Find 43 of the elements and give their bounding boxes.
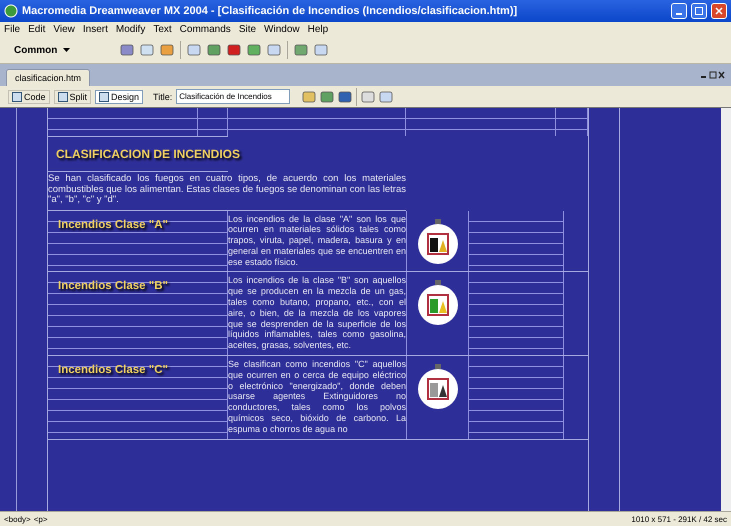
view-button[interactable]: Code <box>8 90 50 104</box>
section-paragraph: Los incendios de la clase "A" son los que ocurren en materiales sólidos tales como trapos, viruta, papel, madera, basura y en general en materiales que se encuentren en ese estado físico. <box>228 212 406 269</box>
close-icon <box>715 7 723 15</box>
view-button[interactable]: Design <box>95 90 144 104</box>
maximize-icon <box>695 7 703 15</box>
title-field[interactable]: Clasificación de Incendios <box>176 89 290 104</box>
caret-icon <box>63 48 70 52</box>
page-heading: CLASIFICACION DE INCENDIOS <box>56 147 240 161</box>
fire-class-icon <box>416 364 458 410</box>
fire-class-icon <box>416 218 458 264</box>
fire-class-icon <box>416 280 458 326</box>
grid-cell <box>556 108 588 136</box>
menu-item[interactable]: Text <box>153 24 172 35</box>
maximize-button[interactable] <box>691 3 707 19</box>
status-info: 1010 x 571 - 291K / 42 sec <box>631 514 727 524</box>
window-title: Macromedia Dreamweaver MX 2004 - [Clasificación de Incendios (Incendios/clasificacion.htm)] <box>22 5 518 17</box>
view-button[interactable]: Split <box>54 90 92 104</box>
tag-selector[interactable]: <body> <box>4 514 31 524</box>
minimize-button[interactable] <box>671 3 687 19</box>
intro-paragraph: Se han clasificado los fuegos en cuatro tipos, de acuerdo con los materiales combustibles que los alimentan. Estas clases de fuegos se denominan con las letras "a", "b", "c" y "d". <box>48 172 406 210</box>
section-paragraph: Se clasifican como incendios "C" aquellos que ocurren en o cerca de equipo eléctrico o electrónico "energizado", donde deben usarse agentes Extinguidores no conductores, tales como los polvos químicos seco, bióxido de carbono. La espuma o chorros de agua no <box>228 358 406 436</box>
menu-item[interactable]: Help <box>308 24 328 35</box>
section-paragraph: Los incendios de la clase "B" son aquellos que se producen en la mezcla de un gas, tales como butano, propano, etc., con el aire, o bien, de la mezcla de los vapores que se desprenden de la superficie de los líquidos inflamables, tales como gasolina, aceites, grasas, solventes, etc. <box>228 274 406 352</box>
document-window-controls-icon[interactable] <box>701 71 725 79</box>
app-logo-icon <box>4 4 18 18</box>
menu-item[interactable]: Modify <box>116 24 146 35</box>
section-heading: Incendios Clase "A" <box>58 218 169 230</box>
menu-item[interactable]: Commands <box>180 24 231 35</box>
close-button[interactable] <box>711 3 727 19</box>
title-label: Title: <box>153 92 172 102</box>
menu-item[interactable]: Window <box>264 24 300 35</box>
section-heading: Incendios Clase "B" <box>58 280 169 292</box>
scrollbar[interactable] <box>721 108 731 511</box>
document-tab[interactable]: clasificacion.htm <box>6 69 90 86</box>
category-dropdown[interactable]: Common <box>10 42 74 58</box>
tag-selector[interactable]: <p> <box>34 514 48 524</box>
menu-item[interactable]: Insert <box>82 24 108 35</box>
menu-item[interactable]: View <box>53 24 75 35</box>
section-heading: Incendios Clase "C" <box>58 364 169 376</box>
grid-cell <box>198 108 228 136</box>
menu-item[interactable]: Site <box>238 24 256 35</box>
menu-item[interactable]: File <box>4 24 20 35</box>
menu-item[interactable]: Edit <box>28 24 46 35</box>
